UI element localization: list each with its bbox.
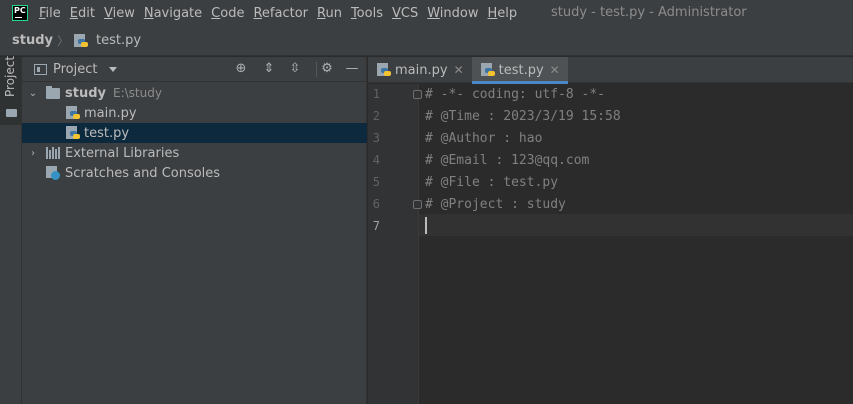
code-line: # @Email : 123@qq.com [425,153,590,168]
scratches-icon [46,166,60,180]
breadcrumb-file[interactable]: test.py [96,33,141,48]
code-line: # @Time : 2023/3/19 15:58 [425,109,621,124]
pycharm-logo-icon: PC [12,5,28,21]
code-line: # @Author : hao [425,131,543,146]
menu-view[interactable]: View [104,6,135,21]
line-number: 5 [372,175,380,189]
code-editor[interactable]: 1 2 3 4 5 6 7 # -*- coding: utf-8 -*- # … [368,84,853,404]
tab-test-py[interactable]: test.py ✕ [471,57,568,84]
line-number: 4 [372,153,380,167]
python-file-icon [377,63,391,77]
menu-help[interactable]: Help [488,6,518,21]
tree-item-external-libraries[interactable]: › External Libraries [22,143,367,163]
header-divider [316,62,317,77]
tree-item-study[interactable]: ⌄ study E:\study [22,83,367,103]
tree-item-label: study [65,85,106,101]
window-title: study - test.py - Administrator [551,5,747,20]
editor-tabs: main.py ✕ test.py ✕ [368,57,853,84]
project-panel-header: Project ⊕ ⇕ ⇳ ⚙ — [22,57,366,82]
library-icon [46,147,60,159]
project-view-icon [34,63,47,75]
line-number: 6 [372,197,380,211]
tree-item-test-py[interactable]: test.py [22,123,367,143]
project-panel-title[interactable]: Project [53,62,97,77]
folder-icon [6,109,17,117]
line-number: 1 [372,87,380,101]
menu-edit[interactable]: Edit [70,6,95,21]
python-file-icon [74,33,89,48]
project-tool-tab[interactable]: Project [0,55,21,125]
menu-vcs[interactable]: VCS [392,6,418,21]
project-tool-tab-label: Project [3,55,17,97]
breadcrumb-project[interactable]: study [12,33,53,48]
left-tool-strip: Project [0,55,22,404]
menu-run[interactable]: Run [317,6,342,21]
gear-icon[interactable]: ⚙ [320,62,334,76]
chevron-right-icon[interactable]: › [28,148,38,159]
locate-icon[interactable]: ⊕ [234,62,248,76]
close-icon[interactable]: ✕ [550,63,560,77]
chevron-down-icon[interactable]: ⌄ [28,88,38,99]
menu-file[interactable]: File [39,6,61,21]
tree-item-path: E:\study [113,86,162,100]
menu-bar: PC File Edit View Navigate Code Refactor… [0,0,853,26]
fold-marker-icon[interactable] [413,90,422,99]
tab-label: main.py [395,62,448,78]
tree-item-main-py[interactable]: main.py [22,103,367,123]
tree-item-scratches[interactable]: Scratches and Consoles [22,163,367,183]
line-number: 3 [372,131,380,145]
breadcrumb: study 〉 test.py [0,26,853,56]
tab-main-py[interactable]: main.py ✕ [368,57,472,83]
breadcrumb-chevron-icon: 〉 [57,34,70,48]
minimize-icon[interactable]: — [345,62,359,76]
menu-navigate[interactable]: Navigate [144,6,202,21]
fold-marker-icon[interactable] [413,200,422,209]
tree-item-label: External Libraries [65,145,180,161]
line-number: 2 [372,109,380,123]
close-icon[interactable]: ✕ [454,63,464,77]
code-line: # -*- coding: utf-8 -*- [425,87,606,102]
python-file-icon [66,106,80,120]
collapse-all-icon[interactable]: ⇳ [288,62,302,76]
line-number: 7 [372,219,380,233]
tab-label: test.py [498,62,544,78]
chevron-down-icon[interactable] [109,66,118,72]
python-file-icon [66,126,80,140]
project-panel: Project ⊕ ⇕ ⇳ ⚙ — ⌄ study E:\study main.… [22,57,367,404]
menu-window[interactable]: Window [427,6,478,21]
python-file-icon [480,63,495,77]
menu-tools[interactable]: Tools [351,6,383,21]
text-caret [425,217,427,234]
tree-item-label: main.py [84,105,137,121]
folder-icon [46,85,60,99]
code-line: # @Project : study [425,197,566,212]
current-line-highlight [368,214,853,236]
expand-all-icon[interactable]: ⇕ [262,62,276,76]
tree-item-label: test.py [84,125,130,141]
gutter-divider [418,84,419,404]
menu-refactor[interactable]: Refactor [253,6,308,21]
tree-item-label: Scratches and Consoles [65,165,221,181]
menu-code[interactable]: Code [211,6,244,21]
code-line: # @File : test.py [425,175,559,190]
